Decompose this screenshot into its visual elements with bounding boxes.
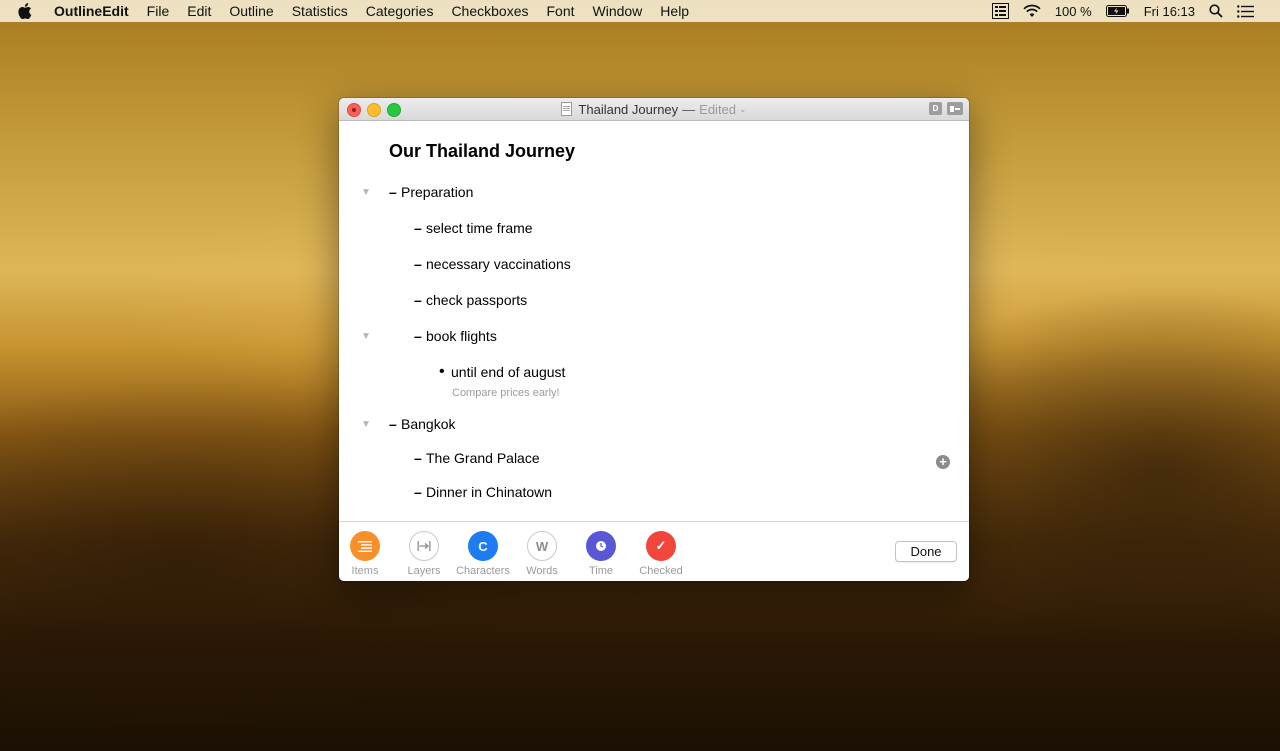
disclosure-triangle-icon[interactable]: ▼ <box>360 330 372 342</box>
dash-bullet-icon <box>389 184 401 200</box>
toolbar-collapse-icon[interactable] <box>947 102 963 115</box>
stat-layers[interactable]: Layers <box>394 531 454 577</box>
stat-label: Layers <box>407 565 441 577</box>
stat-characters[interactable]: C Characters <box>453 531 513 577</box>
list-icon[interactable] <box>350 531 380 561</box>
outline-item-text[interactable]: Bangkok <box>401 416 455 432</box>
menu-statistics[interactable]: Statistics <box>292 3 348 19</box>
done-button[interactable]: Done <box>895 541 957 562</box>
outline-item-text[interactable]: until end of august <box>451 364 565 380</box>
stat-label: Words <box>526 565 558 577</box>
dash-bullet-icon <box>414 256 426 272</box>
window-title[interactable]: Thailand Journey — Edited ⌄ <box>339 98 969 120</box>
title-separator: — <box>682 101 696 117</box>
outline-item[interactable]: ▼ Bangkok <box>339 414 455 434</box>
stat-words[interactable]: W Words <box>512 531 572 577</box>
menu-window[interactable]: Window <box>593 3 643 19</box>
outline-item[interactable]: The Grand Palace <box>339 448 540 468</box>
toolbar-d-button[interactable]: D <box>929 102 942 115</box>
menu-edit[interactable]: Edit <box>187 3 211 19</box>
battery-percent: 100 % <box>1054 3 1092 19</box>
menu-bar: OutlineEdit File Edit Outline Statistics… <box>0 0 1280 22</box>
clock-icon[interactable] <box>586 531 616 561</box>
add-item-icon[interactable]: + <box>936 455 950 469</box>
search-icon[interactable] <box>1209 4 1223 18</box>
stat-label: Checked <box>639 565 683 577</box>
dash-bullet-icon <box>414 450 426 466</box>
outline-item-text[interactable]: The Grand Palace <box>426 450 540 466</box>
outline-item-text[interactable]: book flights <box>426 328 497 344</box>
outline-item[interactable]: select time frame <box>339 218 533 238</box>
outline-item[interactable]: check passports <box>339 290 527 310</box>
words-icon[interactable]: W <box>527 531 557 561</box>
title-bar[interactable]: Thailand Journey — Edited ⌄ D <box>339 98 969 121</box>
battery-icon[interactable] <box>1105 5 1130 17</box>
outline-item[interactable]: ▼ Preparation <box>339 182 473 202</box>
document-title[interactable]: Our Thailand Journey <box>389 141 575 162</box>
outline-item-text[interactable]: Preparation <box>401 184 473 200</box>
layers-icon[interactable] <box>409 531 439 561</box>
menu-checkboxes[interactable]: Checkboxes <box>451 3 528 19</box>
stat-items[interactable]: Items <box>339 531 395 577</box>
notification-center-icon[interactable] <box>1237 4 1254 18</box>
title-status: Edited <box>699 101 737 117</box>
document-window: Thailand Journey — Edited ⌄ D Our Thaila… <box>339 98 969 581</box>
check-icon[interactable]: ✓ <box>646 531 676 561</box>
dash-bullet-icon <box>414 220 426 236</box>
outline-item[interactable]: ▼ book flights <box>339 326 497 346</box>
dash-bullet-icon <box>414 484 426 500</box>
apple-menu-icon[interactable] <box>18 3 36 19</box>
menu-app-name[interactable]: OutlineEdit <box>54 3 129 19</box>
outline-item-text[interactable]: select time frame <box>426 220 533 236</box>
window-title-text: Thailand Journey <box>578 101 679 117</box>
menu-help[interactable]: Help <box>660 3 689 19</box>
outline-item[interactable]: necessary vaccinations <box>339 254 571 274</box>
disclosure-triangle-icon[interactable]: ▼ <box>360 186 372 198</box>
item-note[interactable]: Compare prices early! <box>452 387 560 399</box>
menu-file[interactable]: File <box>147 3 170 19</box>
dash-bullet-icon <box>414 292 426 308</box>
stat-checked[interactable]: ✓ Checked <box>631 531 691 577</box>
dot-bullet-icon <box>439 363 451 381</box>
stat-label: Time <box>588 565 614 577</box>
clock[interactable]: Fri 16:13 <box>1144 4 1195 19</box>
outline-editor[interactable]: Our Thailand Journey ▼ Preparation selec… <box>339 121 969 521</box>
menu-outline[interactable]: Outline <box>229 3 273 19</box>
wifi-icon[interactable] <box>1023 4 1041 18</box>
stat-label: Characters <box>456 565 510 577</box>
outline-item-text[interactable]: check passports <box>426 292 527 308</box>
document-icon <box>561 102 573 116</box>
disclosure-triangle-icon[interactable]: ▼ <box>360 418 372 430</box>
menu-categories[interactable]: Categories <box>366 3 434 19</box>
outline-item-text[interactable]: Dinner in Chinatown <box>426 484 552 500</box>
outline-item[interactable]: Dinner in Chinatown <box>339 482 552 502</box>
statistics-bar: Items Layers C Characters W Words Time ✓… <box>339 521 969 581</box>
chevron-down-icon[interactable]: ⌄ <box>739 104 747 115</box>
dash-bullet-icon <box>414 328 426 344</box>
menu-font[interactable]: Font <box>546 3 574 19</box>
outline-item[interactable]: until end of august <box>339 362 565 382</box>
characters-icon[interactable]: C <box>468 531 498 561</box>
dash-bullet-icon <box>389 416 401 432</box>
stat-time[interactable]: Time <box>571 531 631 577</box>
outline-status-icon[interactable] <box>991 3 1009 19</box>
stat-label: Items <box>351 565 379 577</box>
outline-item-text[interactable]: necessary vaccinations <box>426 256 571 272</box>
